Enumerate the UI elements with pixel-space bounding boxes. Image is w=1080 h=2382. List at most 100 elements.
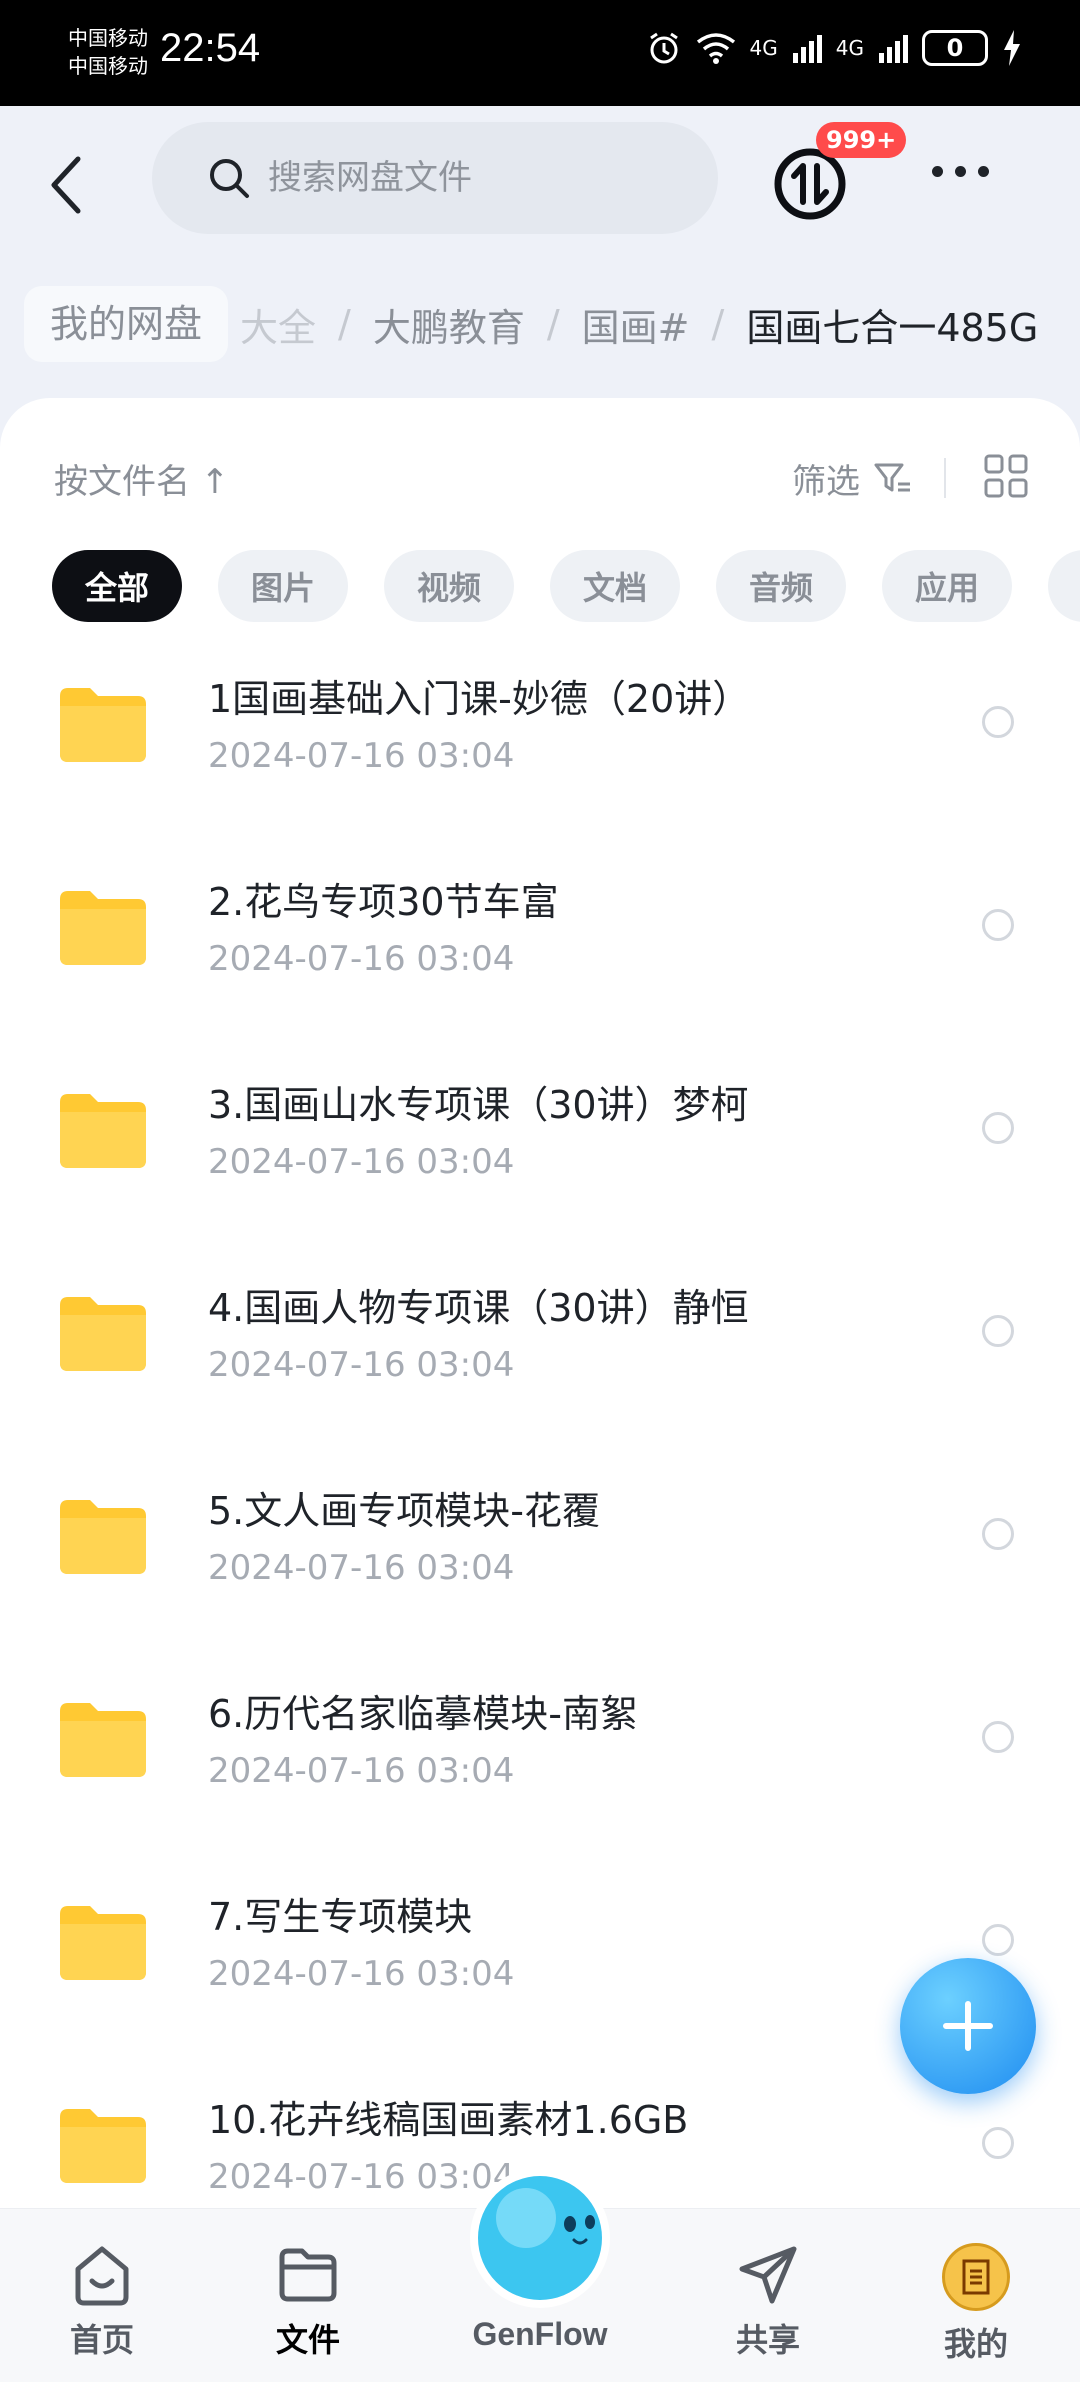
breadcrumb-item-dapeng[interactable]: 大鹏教育 — [373, 297, 525, 352]
filter-label: 筛选 — [792, 462, 860, 502]
battery-indicator: 0 — [922, 30, 988, 66]
file-name: 1国画基础入门课-妙德（20讲） — [208, 677, 751, 721]
breadcrumb-separator: / — [711, 302, 725, 346]
breadcrumb-item-partial[interactable]: 大全 — [240, 297, 316, 352]
file-date: 2024-07-16 03:04 — [208, 1142, 515, 1182]
folder-icon — [60, 891, 146, 965]
file-browser: 按文件名 ↑ 筛选 全部 图片 视频 文档 音频 应用 1国画基础入门课-妙德（… — [0, 398, 1080, 2208]
breadcrumb-item-guohua[interactable]: 国画# — [582, 297, 690, 352]
folder-icon — [60, 1500, 146, 1574]
file-name: 10.花卉线稿国画素材1.6GB — [208, 2098, 689, 2142]
folder-icon — [60, 688, 146, 762]
list-item[interactable]: 2.花鸟专项30节车富 2024-07-16 03:04 — [0, 843, 1080, 1046]
chip-documents[interactable]: 文档 — [550, 550, 680, 622]
sort-label: 按文件名 ↑ — [54, 462, 230, 502]
toolbar-divider — [944, 458, 946, 498]
folder-icon — [60, 2109, 146, 2183]
nav-mine-label: 我的 — [943, 2325, 1008, 2363]
select-checkbox[interactable] — [982, 1518, 1014, 1550]
breadcrumb-separator: / — [338, 302, 351, 346]
avatar — [942, 2243, 1010, 2311]
select-checkbox[interactable] — [982, 1924, 1014, 1956]
file-date: 2024-07-16 03:04 — [208, 1751, 515, 1791]
chip-audio[interactable]: 音频 — [716, 550, 846, 622]
battery-level: 0 — [946, 34, 964, 62]
send-icon — [739, 2246, 797, 2304]
wifi-icon — [696, 33, 735, 64]
chip-videos[interactable]: 视频 — [384, 550, 514, 622]
grid-view-icon[interactable] — [984, 454, 1028, 498]
folder-icon — [60, 1297, 146, 1371]
select-checkbox[interactable] — [982, 1112, 1014, 1144]
carrier-2: 中国移动 — [68, 54, 148, 78]
nav-files[interactable]: 文件 — [248, 2243, 368, 2361]
breadcrumb: 我的网盘 大全 / 大鹏教育 / 国画# / 国画七合一485G — [0, 272, 1080, 382]
file-date: 2024-07-16 03:04 — [208, 1548, 515, 1588]
file-date: 2024-07-16 03:04 — [208, 736, 515, 776]
breadcrumb-current: 国画七合一485G — [746, 305, 1039, 350]
list-item[interactable]: 3.国画山水专项课（30讲）梦柯 2024-07-16 03:04 — [0, 1046, 1080, 1249]
select-checkbox[interactable] — [982, 909, 1014, 941]
status-icons: 4G 4G 0 — [646, 30, 1022, 66]
file-list: 1国画基础入门课-妙德（20讲） 2024-07-16 03:04 2.花鸟专项… — [0, 640, 1080, 2208]
more-options-button[interactable] — [932, 166, 989, 177]
list-item[interactable]: 1国画基础入门课-妙德（20讲） 2024-07-16 03:04 — [0, 640, 1080, 843]
clock: 22:54 — [160, 26, 261, 70]
file-name: 5.文人画专项模块-花覆 — [208, 1489, 600, 1533]
breadcrumb-trail: 大全 / 大鹏教育 / 国画# / 国画七合一485G — [240, 286, 1038, 362]
select-checkbox[interactable] — [982, 1721, 1014, 1753]
file-name: 3.国画山水专项课（30讲）梦柯 — [208, 1083, 749, 1127]
signal-bars-icon — [879, 35, 908, 63]
select-checkbox[interactable] — [982, 706, 1014, 738]
chip-apps[interactable]: 应用 — [882, 550, 1012, 622]
file-name: 7.写生专项模块 — [208, 1895, 473, 1939]
chevron-left-icon — [51, 156, 81, 214]
charging-icon — [1004, 30, 1020, 66]
status-bar: 中国移动 中国移动 22:54 4G 4G 0 — [0, 0, 1080, 106]
list-item[interactable]: 5.文人画专项模块-花覆 2024-07-16 03:04 — [0, 1452, 1080, 1655]
sort-button[interactable]: 按文件名 ↑ — [54, 454, 229, 503]
nav-share[interactable]: 共享 — [708, 2243, 828, 2361]
header: 999+ — [0, 106, 1080, 256]
home-icon — [75, 2246, 129, 2306]
transfer-badge: 999+ — [816, 122, 907, 158]
nav-share-label: 共享 — [735, 2321, 800, 2359]
folder-icon — [60, 1094, 146, 1168]
genflow-button[interactable] — [468, 2166, 612, 2310]
chip-all[interactable]: 全部 — [52, 550, 182, 622]
signal-4g-label-2: 4G — [835, 36, 864, 60]
back-button[interactable] — [40, 150, 92, 220]
add-button[interactable] — [900, 1958, 1036, 2094]
filter-chips: 全部 图片 视频 文档 音频 应用 — [52, 550, 1080, 622]
select-checkbox[interactable] — [982, 2127, 1014, 2159]
nav-home-label: 首页 — [69, 2321, 134, 2359]
file-name: 4.国画人物专项课（30讲）静恒 — [208, 1286, 749, 1330]
nav-mine[interactable]: 我的 — [916, 2243, 1036, 2365]
avatar-emblem-icon — [962, 2259, 990, 2295]
plus-icon — [943, 2001, 993, 2051]
chip-images[interactable]: 图片 — [218, 550, 348, 622]
search-bar[interactable] — [152, 122, 718, 234]
signal-4g-label-1: 4G — [749, 36, 778, 60]
breadcrumb-separator: / — [546, 302, 560, 346]
select-checkbox[interactable] — [982, 1315, 1014, 1347]
alarm-icon — [649, 32, 678, 64]
file-name: 2.花鸟专项30节车富 — [208, 880, 559, 924]
filter-button[interactable]: 筛选 — [792, 454, 912, 503]
folder-icon — [60, 1906, 146, 1980]
file-date: 2024-07-16 03:04 — [208, 1954, 515, 1994]
file-name: 6.历代名家临摹模块-南絮 — [208, 1692, 638, 1736]
breadcrumb-root[interactable]: 我的网盘 — [24, 286, 229, 362]
more-dot-icon — [978, 166, 989, 177]
list-item[interactable]: 6.历代名家临摹模块-南絮 2024-07-16 03:04 — [0, 1655, 1080, 1858]
more-dot-icon — [955, 166, 966, 177]
list-item[interactable]: 4.国画人物专项课（30讲）静恒 2024-07-16 03:04 — [0, 1249, 1080, 1452]
nav-genflow-label: GenFlow — [472, 2316, 608, 2352]
signal-bars-icon — [792, 35, 822, 63]
chip-more[interactable] — [1048, 550, 1080, 622]
nav-home[interactable]: 首页 — [42, 2243, 162, 2361]
carrier-info: 中国移动 中国移动 — [68, 24, 148, 80]
more-dot-icon — [932, 166, 943, 177]
search-input[interactable] — [268, 158, 708, 198]
nav-files-label: 文件 — [275, 2321, 340, 2359]
